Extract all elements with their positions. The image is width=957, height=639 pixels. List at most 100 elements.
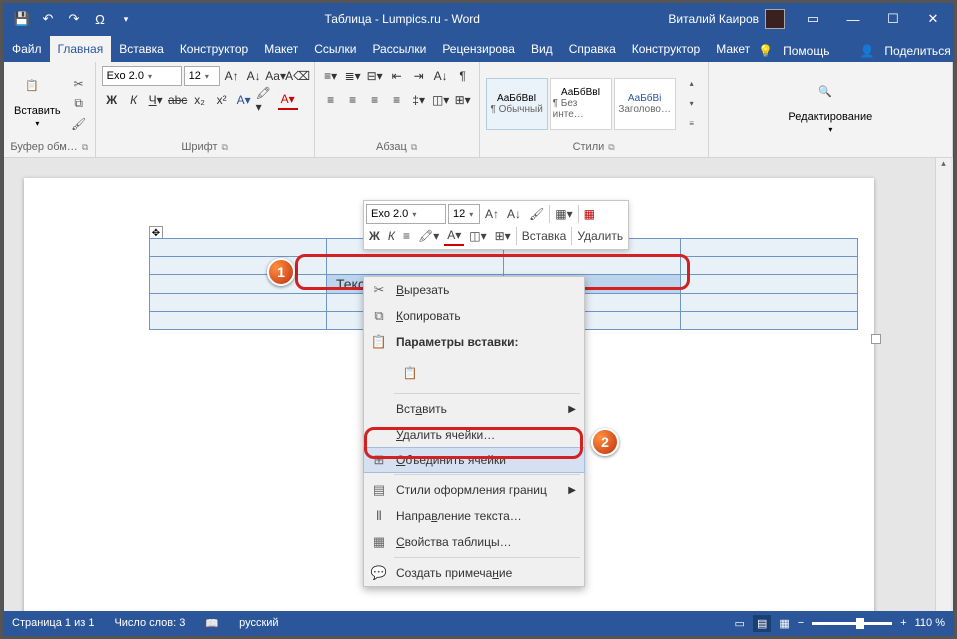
- ctx-border-styles[interactable]: ▤Стили оформления границ▶: [364, 477, 584, 503]
- align-left-icon[interactable]: ≡: [321, 90, 341, 110]
- text-effects-icon[interactable]: A▾: [234, 90, 254, 110]
- status-spellcheck-icon[interactable]: 📖: [205, 617, 219, 630]
- table-resize-handle[interactable]: [871, 334, 881, 344]
- tab-table-design[interactable]: Конструктор: [624, 36, 708, 62]
- status-language[interactable]: русский: [239, 617, 278, 629]
- ctx-copy[interactable]: ⧉Копировать: [364, 303, 584, 329]
- tab-home[interactable]: Главная: [50, 36, 112, 62]
- sort-icon[interactable]: A↓: [431, 66, 451, 86]
- change-case-icon[interactable]: Aa▾: [266, 66, 286, 86]
- multilevel-icon[interactable]: ⊟▾: [365, 66, 385, 86]
- mini-insert-button[interactable]: Вставка: [519, 226, 570, 246]
- view-read-icon[interactable]: ▭: [735, 617, 745, 630]
- maximize-button[interactable]: ☐: [873, 4, 913, 34]
- mini-format-painter-icon[interactable]: 🖌: [526, 204, 547, 224]
- grow-font-icon[interactable]: A↑: [222, 66, 242, 86]
- ctx-text-direction[interactable]: ⅡНаправление текста…: [364, 503, 584, 529]
- redo-icon[interactable]: ↷: [62, 7, 86, 31]
- mini-font-combo[interactable]: Exo 2.0▾: [366, 204, 446, 224]
- align-right-icon[interactable]: ≡: [365, 90, 385, 110]
- mini-bold-button[interactable]: Ж: [366, 226, 383, 246]
- mini-delete-button[interactable]: Удалить: [574, 226, 626, 246]
- style-normal[interactable]: АаБбВвІ ¶ Обычный: [486, 78, 548, 130]
- numbering-icon[interactable]: ≣▾: [343, 66, 363, 86]
- line-spacing-icon[interactable]: ‡▾: [409, 90, 429, 110]
- mini-borders-icon[interactable]: ⊞▾: [492, 226, 514, 246]
- minimize-button[interactable]: —: [833, 4, 873, 34]
- styles-launcher-icon[interactable]: ⧉: [608, 142, 614, 153]
- decrease-indent-icon[interactable]: ⇤: [387, 66, 407, 86]
- mini-font-color-icon[interactable]: A▾: [444, 226, 464, 246]
- tell-me-icon[interactable]: 💡: [758, 44, 773, 58]
- style-heading1[interactable]: АаБбВі Заголово…: [614, 78, 676, 130]
- mini-highlight-icon[interactable]: 🖍▾: [415, 226, 442, 246]
- font-name-combo[interactable]: Exo 2.0▾: [102, 66, 182, 86]
- italic-button[interactable]: К: [124, 90, 144, 110]
- vertical-scrollbar[interactable]: ▴: [935, 158, 951, 611]
- increase-indent-icon[interactable]: ⇥: [409, 66, 429, 86]
- align-center-icon[interactable]: ≡: [343, 90, 363, 110]
- ctx-new-comment[interactable]: 💬Создать примечание: [364, 560, 584, 586]
- zoom-level[interactable]: 110 %: [915, 617, 945, 629]
- mini-table-delete-icon[interactable]: ▦: [581, 204, 598, 224]
- bullets-icon[interactable]: ≡▾: [321, 66, 341, 86]
- undo-icon[interactable]: ↶: [36, 7, 60, 31]
- ctx-cut[interactable]: ✂Вырезать: [364, 277, 584, 303]
- ctx-insert[interactable]: Вставить▶: [364, 396, 584, 422]
- font-size-combo[interactable]: 12▾: [184, 66, 220, 86]
- tell-me-label[interactable]: Помощь: [783, 44, 829, 58]
- styles-scroll-down-icon[interactable]: ▾: [682, 95, 702, 113]
- style-no-spacing[interactable]: АаБбВвІ ¶ Без инте…: [550, 78, 612, 130]
- tab-references[interactable]: Ссылки: [306, 36, 364, 62]
- tab-review[interactable]: Рецензирова: [434, 36, 523, 62]
- bold-button[interactable]: Ж: [102, 90, 122, 110]
- ribbon-options-icon[interactable]: ▭: [793, 4, 833, 34]
- borders-icon[interactable]: ⊞▾: [453, 90, 473, 110]
- close-button[interactable]: ✕: [913, 4, 953, 34]
- show-marks-icon[interactable]: ¶: [453, 66, 473, 86]
- superscript-button[interactable]: x²: [212, 90, 232, 110]
- tab-help[interactable]: Справка: [561, 36, 624, 62]
- tab-view[interactable]: Вид: [523, 36, 561, 62]
- status-words[interactable]: Число слов: 3: [114, 617, 185, 629]
- mini-table-grid-icon[interactable]: ▦▾: [552, 204, 575, 224]
- copy-icon[interactable]: ⧉: [69, 95, 89, 113]
- clipboard-launcher-icon[interactable]: ⧉: [82, 142, 88, 153]
- zoom-slider[interactable]: [812, 622, 892, 625]
- highlight-icon[interactable]: 🖍▾: [256, 90, 276, 110]
- user-area[interactable]: Виталий Каиров: [660, 9, 793, 29]
- justify-icon[interactable]: ≡: [387, 90, 407, 110]
- tab-mailings[interactable]: Рассылки: [364, 36, 434, 62]
- cut-icon[interactable]: ✂: [69, 75, 89, 93]
- format-painter-icon[interactable]: 🖌: [69, 115, 89, 133]
- para-launcher-icon[interactable]: ⧉: [411, 142, 417, 153]
- save-icon[interactable]: 💾: [10, 7, 34, 31]
- mini-size-combo[interactable]: 12▾: [448, 204, 480, 224]
- mini-align-icon[interactable]: ≡: [400, 226, 413, 246]
- view-web-icon[interactable]: ▦: [779, 617, 789, 630]
- tab-design[interactable]: Конструктор: [172, 36, 256, 62]
- mini-grow-font-icon[interactable]: A↑: [482, 204, 502, 224]
- status-page[interactable]: Страница 1 из 1: [12, 617, 94, 629]
- tab-table-layout[interactable]: Макет: [708, 36, 758, 62]
- ctx-table-properties[interactable]: ▦Свойства таблицы…: [364, 529, 584, 555]
- underline-button[interactable]: Ч▾: [146, 90, 166, 110]
- view-print-icon[interactable]: ▤: [753, 615, 771, 632]
- zoom-in-button[interactable]: +: [900, 617, 906, 629]
- mini-italic-button[interactable]: К: [385, 226, 398, 246]
- share-icon[interactable]: 👤: [859, 44, 874, 58]
- tab-insert[interactable]: Вставка: [111, 36, 172, 62]
- paste-option-button[interactable]: 📋: [396, 359, 424, 387]
- styles-expand-icon[interactable]: ≡: [682, 115, 702, 133]
- tab-file[interactable]: Файл: [4, 36, 50, 62]
- shrink-font-icon[interactable]: A↓: [244, 66, 264, 86]
- tab-layout[interactable]: Макет: [256, 36, 306, 62]
- mini-shading-icon[interactable]: ◫▾: [466, 226, 489, 246]
- subscript-button[interactable]: x₂: [190, 90, 210, 110]
- qat-more-icon[interactable]: ▾: [114, 7, 138, 31]
- mini-shrink-font-icon[interactable]: A↓: [504, 204, 524, 224]
- font-color-icon[interactable]: A▾: [278, 90, 298, 110]
- omega-icon[interactable]: Ω: [88, 7, 112, 31]
- paste-button[interactable]: 📋 Вставить ▾: [10, 77, 65, 130]
- clear-format-icon[interactable]: A⌫: [288, 66, 308, 86]
